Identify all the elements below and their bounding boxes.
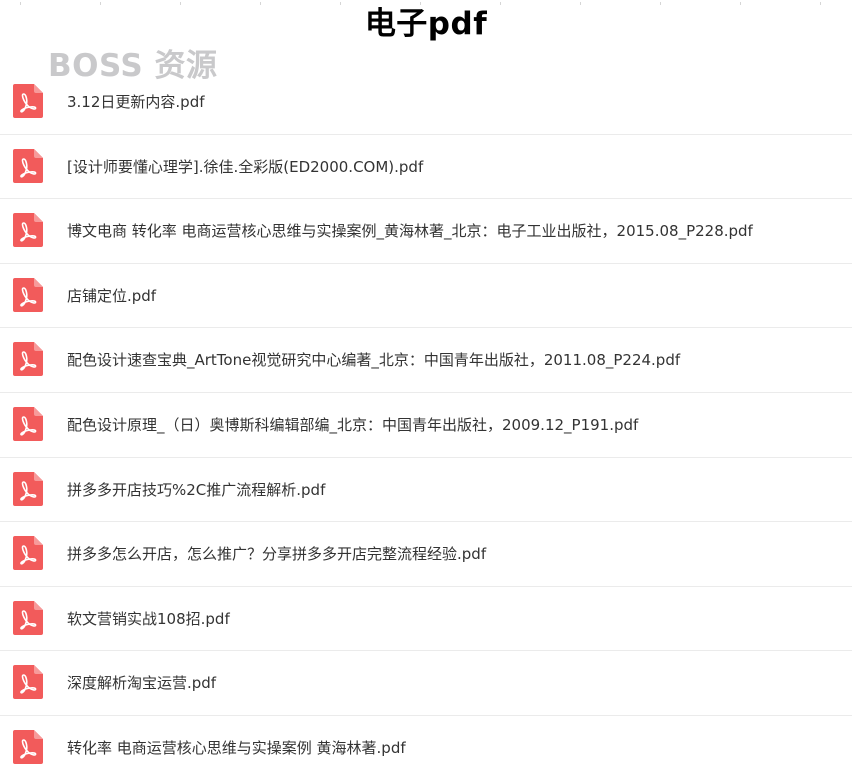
file-name[interactable]: 软文营销实战108招.pdf [67,587,230,651]
pdf-icon [13,665,43,700]
file-name[interactable]: 博文电商 转化率 电商运营核心思维与实操案例_黄海林著_北京：电子工业出版社，2… [67,199,753,263]
file-name[interactable]: 3.12日更新内容.pdf [67,70,205,134]
file-row[interactable]: [设计师要懂心理学].徐佳.全彩版(ED2000.COM).pdf [0,135,852,200]
pdf-icon [13,471,43,506]
file-list: 3.12日更新内容.pdf [设计师要懂心理学].徐佳.全彩版(ED2000.C… [0,70,852,781]
file-name[interactable]: [设计师要懂心理学].徐佳.全彩版(ED2000.COM).pdf [67,135,423,199]
file-row[interactable]: 软文营销实战108招.pdf [0,587,852,652]
page-title: 电子pdf [364,6,488,42]
file-name[interactable]: 拼多多开店技巧%2C推广流程解析.pdf [67,458,325,522]
pdf-icon [13,148,43,183]
file-row[interactable]: 3.12日更新内容.pdf [0,70,852,135]
file-name[interactable]: 配色设计原理_（日）奥博斯科编辑部编_北京：中国青年出版社，2009.12_P1… [67,393,638,457]
file-row[interactable]: 深度解析淘宝运营.pdf [0,651,852,716]
pdf-icon [13,406,43,441]
file-name[interactable]: 转化率 电商运营核心思维与实操案例 黄海林著.pdf [67,716,406,780]
file-row[interactable]: 转化率 电商运营核心思维与实操案例 黄海林著.pdf [0,716,852,781]
pdf-icon [13,84,43,118]
file-name[interactable]: 深度解析淘宝运营.pdf [67,651,216,715]
file-name[interactable]: 店铺定位.pdf [67,264,156,328]
pdf-icon [13,213,43,248]
file-row[interactable]: 配色设计速查宝典_ArtTone视觉研究中心编著_北京：中国青年出版社，2011… [0,328,852,393]
pdf-icon [13,729,43,764]
file-name[interactable]: 配色设计速查宝典_ArtTone视觉研究中心编著_北京：中国青年出版社，2011… [67,328,680,392]
file-row[interactable]: 博文电商 转化率 电商运营核心思维与实操案例_黄海林著_北京：电子工业出版社，2… [0,199,852,264]
file-row[interactable]: 拼多多开店技巧%2C推广流程解析.pdf [0,458,852,523]
file-row[interactable]: 配色设计原理_（日）奥博斯科编辑部编_北京：中国青年出版社，2009.12_P1… [0,393,852,458]
pdf-icon [13,342,43,377]
pdf-icon [13,277,43,312]
file-name[interactable]: 拼多多怎么开店，怎么推广？分享拼多多开店完整流程经验.pdf [67,522,486,586]
pdf-icon [13,600,43,635]
file-row[interactable]: 店铺定位.pdf [0,264,852,329]
file-row[interactable]: 拼多多怎么开店，怎么推广？分享拼多多开店完整流程经验.pdf [0,522,852,587]
pdf-icon [13,536,43,571]
